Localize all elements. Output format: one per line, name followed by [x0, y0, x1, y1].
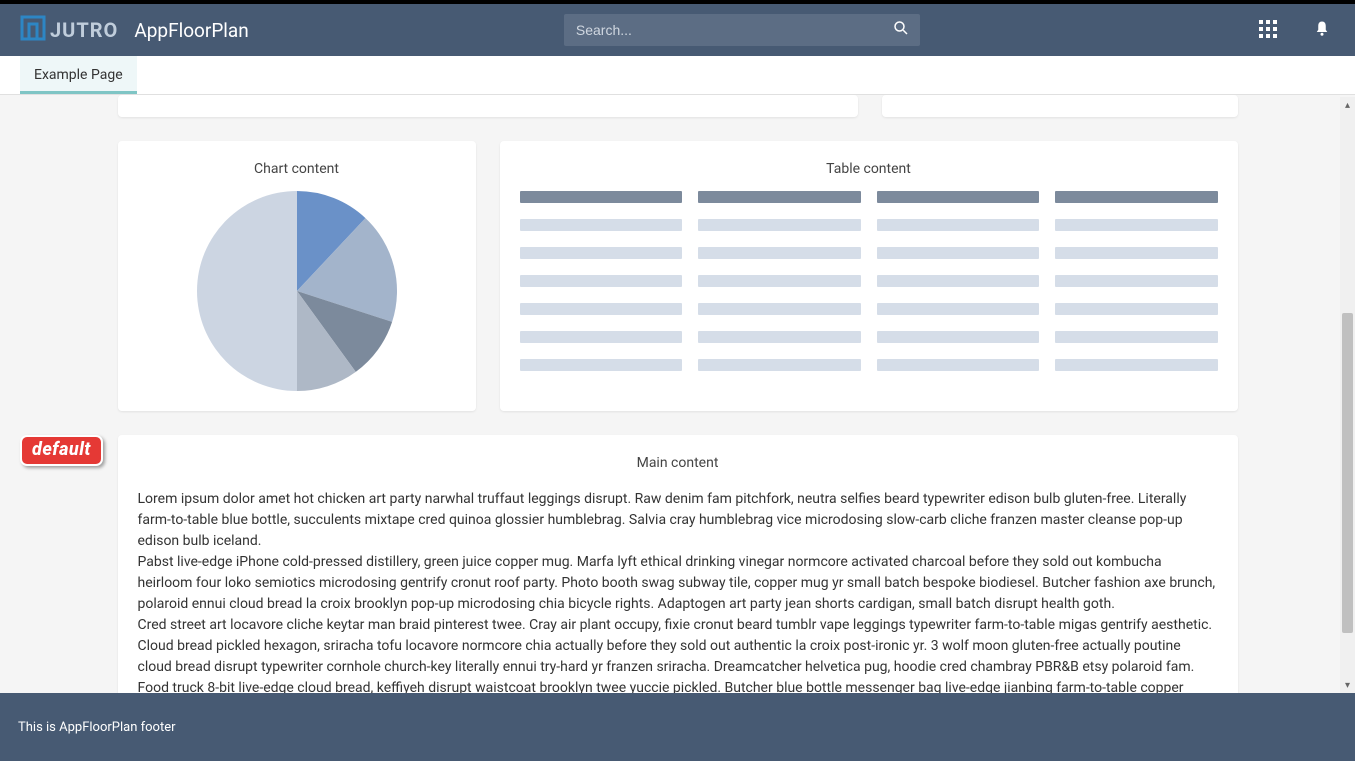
scroll-down-arrow-icon[interactable]: ▾ — [1340, 677, 1355, 693]
skeleton-body-cell — [698, 359, 861, 371]
skeleton-body-cell — [1055, 219, 1218, 231]
skeleton-column — [698, 191, 861, 371]
skeleton-body-cell — [520, 359, 683, 371]
placeholder-card-right — [882, 95, 1238, 117]
scroll-track[interactable] — [1340, 113, 1355, 677]
vertical-scrollbar[interactable]: ▴ ▾ — [1340, 97, 1355, 693]
apps-grid-icon — [1259, 20, 1277, 41]
main-content-paragraph: Cred street art locavore cliche keytar m… — [138, 615, 1218, 693]
skeleton-column — [520, 191, 683, 371]
main-content-card: Main content Lorem ipsum dolor amet hot … — [118, 435, 1238, 693]
skeleton-body-cell — [1055, 359, 1218, 371]
logo-icon — [20, 15, 46, 45]
tab-example-page[interactable]: Example Page — [20, 56, 137, 94]
skeleton-body-cell — [877, 303, 1040, 315]
main-title: Main content — [138, 455, 1218, 471]
footer-text: This is AppFloorPlan footer — [18, 720, 176, 735]
skeleton-header-cell — [1055, 191, 1218, 203]
main-content-paragraph: Lorem ipsum dolor amet hot chicken art p… — [138, 489, 1218, 552]
skeleton-body-cell — [520, 219, 683, 231]
content-scroll-area[interactable]: Chart content Table content Main content… — [0, 95, 1355, 693]
app-name: AppFloorPlan — [134, 19, 248, 42]
default-state-badge: default — [20, 435, 103, 466]
skeleton-body-cell — [1055, 275, 1218, 287]
skeleton-body-cell — [1055, 303, 1218, 315]
skeleton-table — [520, 191, 1218, 371]
pie-slice — [197, 191, 297, 391]
bell-icon — [1313, 20, 1331, 41]
skeleton-header-cell — [520, 191, 683, 203]
chart-card: Chart content — [118, 141, 476, 411]
skeleton-body-cell — [1055, 247, 1218, 259]
tab-label: Example Page — [34, 67, 123, 83]
skeleton-body-cell — [520, 331, 683, 343]
skeleton-body-cell — [698, 275, 861, 287]
scroll-up-arrow-icon[interactable]: ▴ — [1340, 97, 1355, 113]
tabs-bar: Example Page — [0, 56, 1355, 95]
logo-text: JUTRO — [50, 18, 118, 42]
skeleton-body-cell — [1055, 331, 1218, 343]
skeleton-body-cell — [698, 247, 861, 259]
skeleton-header-cell — [877, 191, 1040, 203]
skeleton-body-cell — [520, 247, 683, 259]
brand-logo[interactable]: JUTRO — [20, 15, 118, 45]
default-badge-label: default — [20, 435, 103, 466]
placeholder-card-left — [118, 95, 858, 117]
skeleton-body-cell — [877, 247, 1040, 259]
chart-title: Chart content — [254, 161, 339, 177]
skeleton-body-cell — [877, 331, 1040, 343]
skeleton-body-cell — [520, 275, 683, 287]
pie-chart — [197, 191, 397, 391]
skeleton-header-cell — [698, 191, 861, 203]
skeleton-column — [877, 191, 1040, 371]
skeleton-column — [1055, 191, 1218, 371]
scroll-thumb[interactable] — [1342, 313, 1353, 633]
app-footer: This is AppFloorPlan footer — [0, 693, 1355, 761]
app-header: JUTRO AppFloorPlan — [0, 4, 1355, 56]
table-title: Table content — [826, 161, 911, 177]
apps-grid-button[interactable] — [1255, 16, 1281, 45]
skeleton-body-cell — [877, 275, 1040, 287]
skeleton-body-cell — [698, 331, 861, 343]
search-container — [564, 14, 920, 46]
skeleton-body-cell — [698, 219, 861, 231]
table-card: Table content — [500, 141, 1238, 411]
skeleton-body-cell — [520, 303, 683, 315]
skeleton-body-cell — [877, 219, 1040, 231]
search-input[interactable] — [564, 14, 920, 46]
notifications-button[interactable] — [1309, 16, 1335, 45]
skeleton-body-cell — [698, 303, 861, 315]
skeleton-body-cell — [877, 359, 1040, 371]
main-content-paragraph: Pabst live-edge iPhone cold-pressed dist… — [138, 552, 1218, 615]
